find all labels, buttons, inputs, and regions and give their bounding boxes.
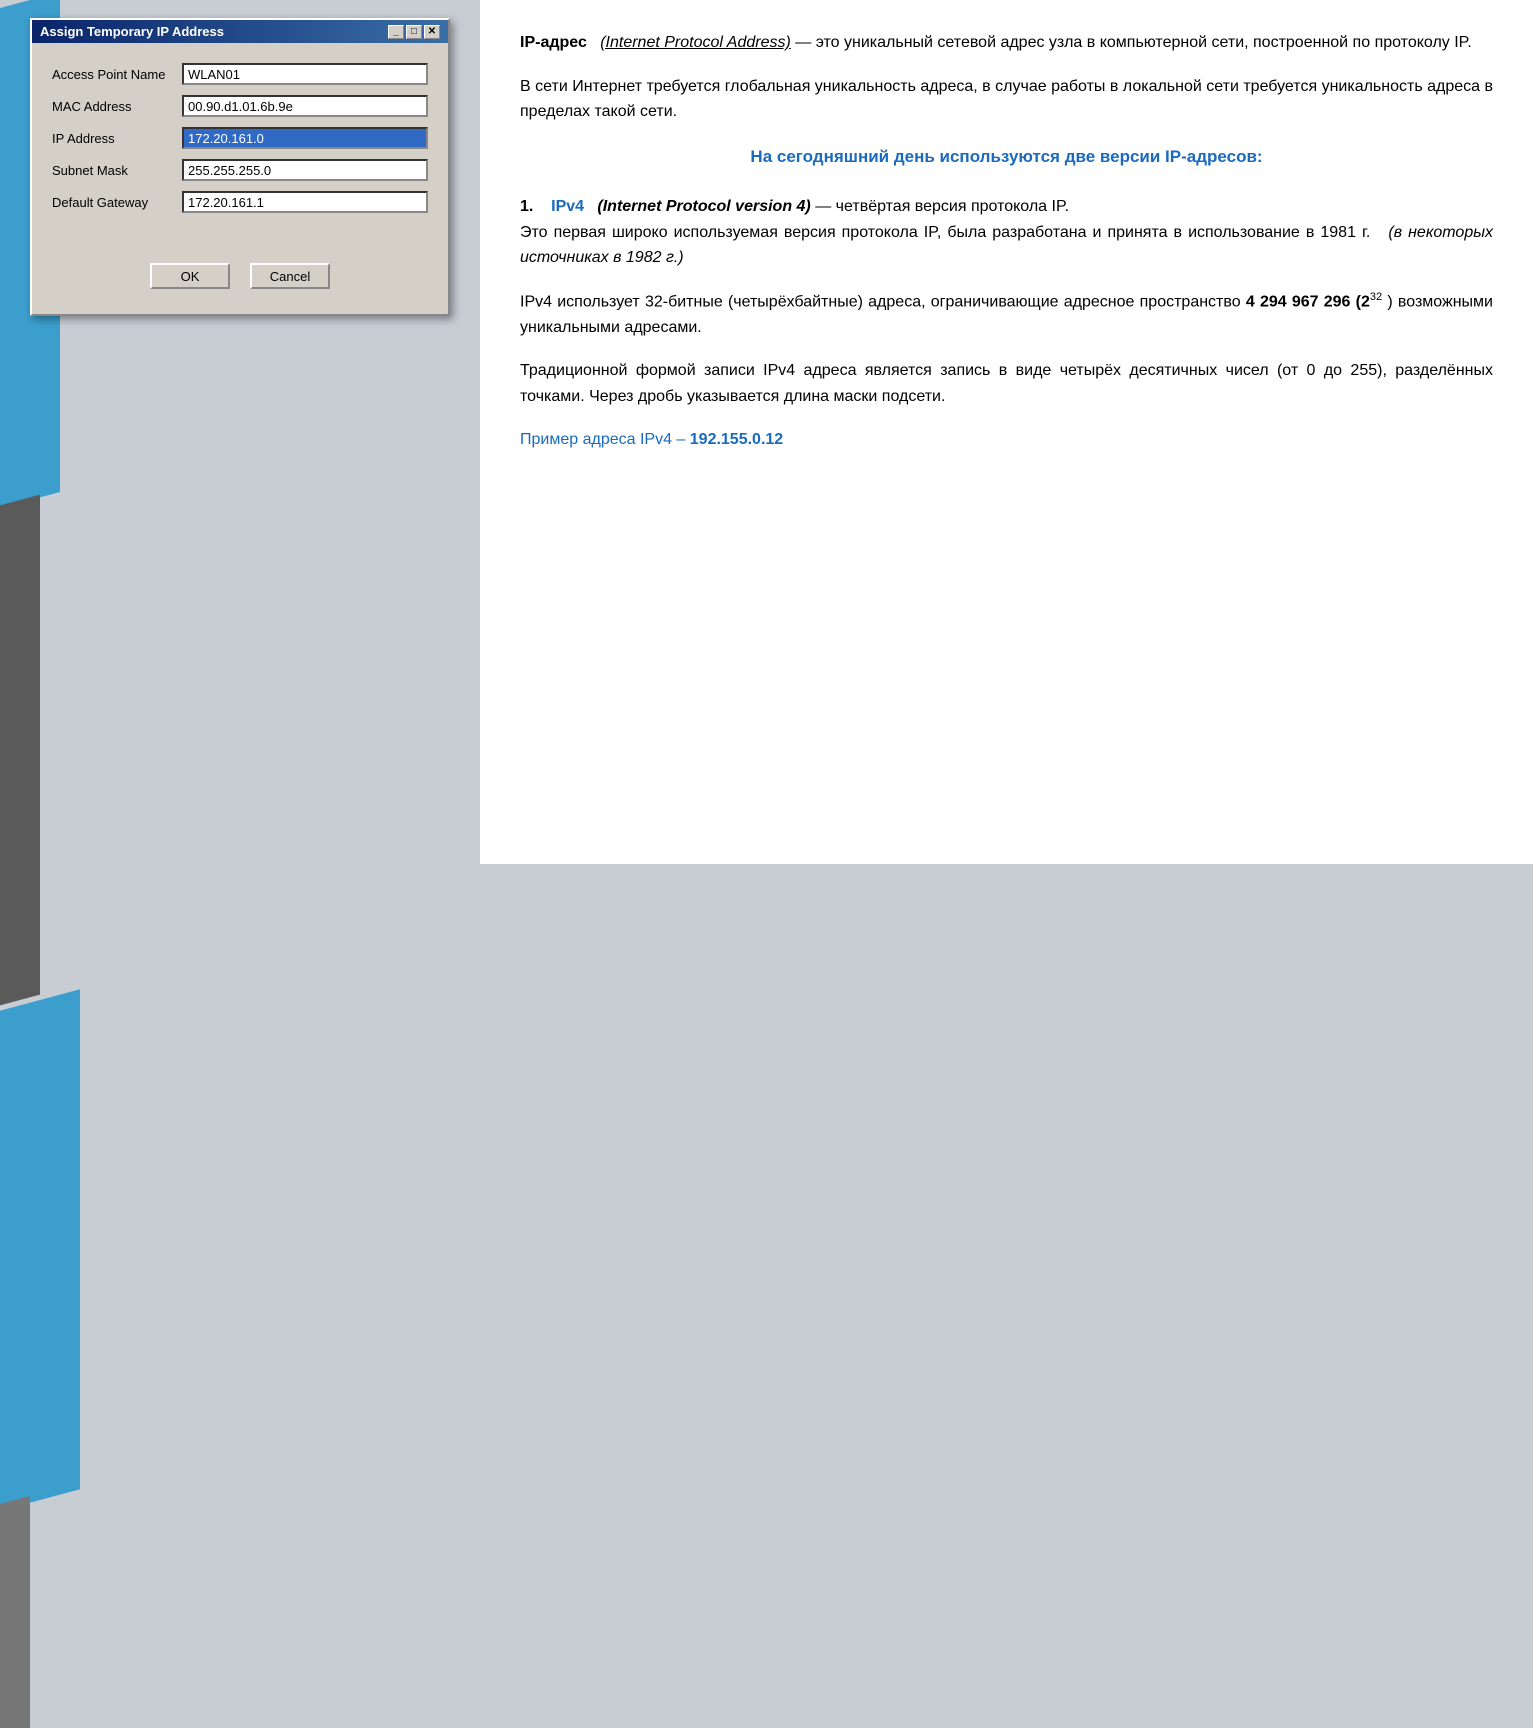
paragraph2-bold: 4 294 967 296 (2 xyxy=(1246,293,1370,310)
section1-bold: IPv4 xyxy=(551,198,584,215)
dialog-titlebar: Assign Temporary IP Address _ □ ✕ xyxy=(32,20,448,43)
dialog-spacer xyxy=(52,223,428,243)
intro-paragraph: IP-адрес (Internet Protocol Address) — э… xyxy=(520,30,1493,56)
minimize-button[interactable]: _ xyxy=(388,25,404,39)
subnet-mask-input[interactable] xyxy=(182,159,428,181)
paragraph3: Традиционной формой записи IPv4 адреса я… xyxy=(520,358,1493,409)
section1-rest: — четвёртая версия протокола IP. xyxy=(815,198,1069,215)
left-panel: Assign Temporary IP Address _ □ ✕ Access… xyxy=(0,0,480,864)
stripe-dark-2 xyxy=(0,1496,30,1728)
section1-para: Это первая широко используемая версия пр… xyxy=(520,224,1370,241)
section1-italic: (Internet Protocol version 4) xyxy=(597,198,810,215)
cancel-button[interactable]: Cancel xyxy=(250,263,330,289)
default-gateway-input[interactable] xyxy=(182,191,428,213)
paragraph2-sup: 32 xyxy=(1370,291,1382,303)
subnet-mask-row: Subnet Mask xyxy=(52,159,428,181)
intro-italic: (Internet Protocol Address) xyxy=(600,34,791,51)
example-bold: 192.155.0.12 xyxy=(690,431,783,448)
highlight-heading: На сегодняшний день используются две вер… xyxy=(520,143,1493,170)
ok-button[interactable]: OK xyxy=(150,263,230,289)
assign-ip-dialog: Assign Temporary IP Address _ □ ✕ Access… xyxy=(30,18,450,316)
dialog-title: Assign Temporary IP Address xyxy=(40,24,224,39)
default-gateway-row: Default Gateway xyxy=(52,191,428,213)
maximize-button[interactable]: □ xyxy=(406,25,422,39)
access-point-name-input[interactable] xyxy=(182,63,428,85)
mac-address-label: MAC Address xyxy=(52,99,182,114)
close-button[interactable]: ✕ xyxy=(424,25,440,39)
section1-num: 1. xyxy=(520,198,533,215)
ip-address-label: IP Address xyxy=(52,131,182,146)
ip-address-input[interactable] xyxy=(182,127,428,149)
paragraph1: В сети Интернет требуется глобальная уни… xyxy=(520,74,1493,125)
dialog-buttons: OK Cancel xyxy=(52,263,428,299)
example-paragraph: Пример адреса IPv4 – 192.155.0.12 xyxy=(520,427,1493,453)
access-point-name-label: Access Point Name xyxy=(52,67,182,82)
paragraph2-start: IPv4 использует 32-битные (четырёхбайтны… xyxy=(520,293,1246,310)
content-area: IP-адрес (Internet Protocol Address) — э… xyxy=(480,0,1533,864)
dialog-spacer2 xyxy=(52,243,428,263)
intro-dash: — это уникальный сетевой адрес узла в ко… xyxy=(795,34,1471,51)
section1-paragraph: 1. IPv4 (Internet Protocol version 4) — … xyxy=(520,194,1493,271)
stripe-dark-1 xyxy=(0,495,40,1006)
access-point-name-row: Access Point Name xyxy=(52,63,428,85)
dialog-body: Access Point Name MAC Address IP Address… xyxy=(32,43,448,314)
paragraph2: IPv4 использует 32-битные (четырёхбайтны… xyxy=(520,289,1493,341)
subnet-mask-label: Subnet Mask xyxy=(52,163,182,178)
stripe-blue-2 xyxy=(0,989,80,1510)
mac-address-input[interactable] xyxy=(182,95,428,117)
titlebar-buttons: _ □ ✕ xyxy=(388,25,440,39)
mac-address-row: MAC Address xyxy=(52,95,428,117)
ip-address-row: IP Address xyxy=(52,127,428,149)
example-start: Пример адреса IPv4 – xyxy=(520,431,690,448)
default-gateway-label: Default Gateway xyxy=(52,195,182,210)
intro-bold: IP-адрес xyxy=(520,34,587,51)
